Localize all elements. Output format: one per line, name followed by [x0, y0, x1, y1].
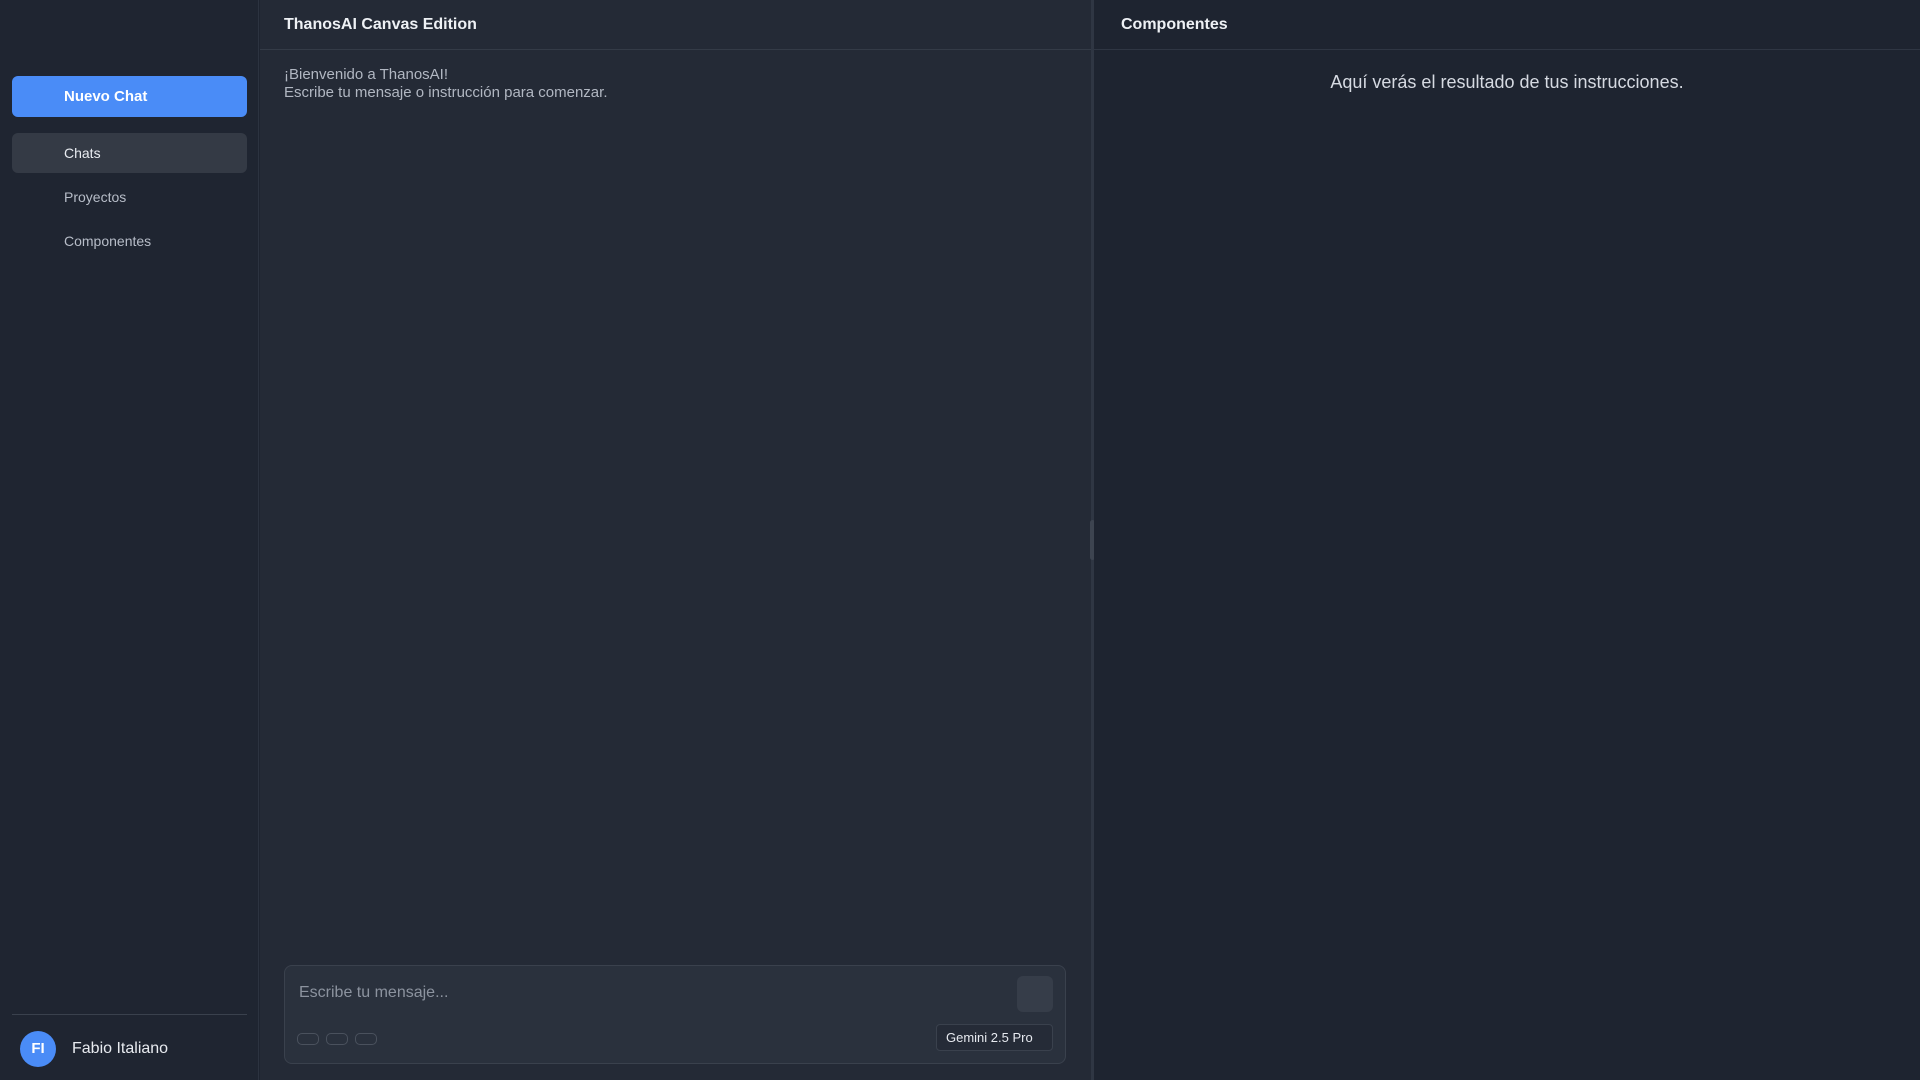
sidebar-item-componentes[interactable]: Componentes [12, 221, 247, 261]
sidebar-item-chats[interactable]: Chats [12, 133, 247, 173]
new-chat-button[interactable]: Nuevo Chat [12, 76, 247, 117]
preview-panel: Componentes Aquí verás el resultado de t… [1094, 0, 1920, 1080]
preview-placeholder: Aquí verás el resultado de tus instrucci… [1330, 72, 1684, 92]
send-button[interactable] [1017, 976, 1053, 1012]
welcome-line: ¡Bienvenido a ThanosAI! [284, 66, 448, 83]
page-title: ThanosAI Canvas Edition [284, 16, 477, 33]
app-window: Nuevo Chat Chats Proyectos Componentes F… [0, 0, 1920, 1080]
chat-header: ThanosAI Canvas Edition [260, 0, 1091, 50]
model-select[interactable]: Gemini 2.5 Pro [936, 1024, 1053, 1051]
preview-header: Componentes [1094, 0, 1920, 50]
welcome-message: ¡Bienvenido a ThanosAI! Escribe tu mensa… [284, 66, 608, 102]
user-name: Fabio Italiano [72, 1040, 169, 1057]
sidebar-item-proyectos[interactable]: Proyectos [12, 177, 247, 217]
sidebar: Nuevo Chat Chats Proyectos Componentes F… [0, 0, 259, 1080]
sidebar-divider [12, 1014, 247, 1015]
avatar: FI [20, 1031, 56, 1067]
tool-button[interactable] [355, 1033, 377, 1045]
user-profile[interactable]: FI Fabio Italiano [12, 1031, 247, 1067]
attach-button[interactable] [297, 1033, 319, 1045]
preview-title: Componentes [1121, 16, 1228, 33]
message-input[interactable] [297, 978, 997, 1008]
chat-panel: ThanosAI Canvas Edition ¡Bienvenido a Th… [260, 0, 1091, 1080]
message-composer: Gemini 2.5 Pro [284, 965, 1066, 1064]
tool-button[interactable] [326, 1033, 348, 1045]
welcome-line: Escribe tu mensaje o instrucción para co… [284, 84, 608, 101]
